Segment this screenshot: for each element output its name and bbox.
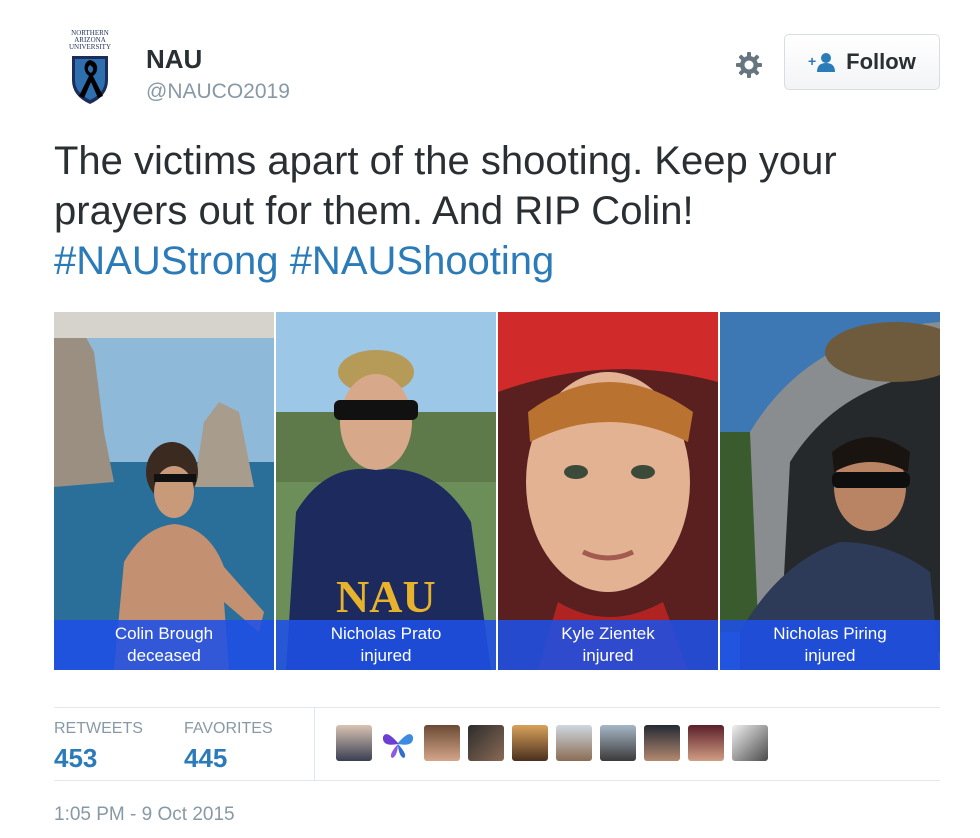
photo-panel-2: NAU Nicholas Prato injured bbox=[276, 312, 496, 670]
favoriter-avatar[interactable] bbox=[556, 725, 592, 761]
favoriter-avatar[interactable] bbox=[600, 725, 636, 761]
tweet-text-line2: prayers out for them. And RIP Colin! bbox=[54, 189, 694, 233]
photo-beach-rocks bbox=[54, 312, 274, 670]
add-user-icon: + bbox=[808, 53, 836, 72]
photo-red-cap bbox=[498, 312, 718, 670]
victim-name: Nicholas Piring bbox=[773, 624, 887, 643]
photo-panel-1: Colin Brough deceased bbox=[54, 312, 274, 670]
favorites-label: FAVORITES bbox=[184, 720, 273, 737]
retweets-count[interactable]: 453 bbox=[54, 743, 97, 774]
victim-name: Colin Brough bbox=[114, 624, 214, 643]
victim-status: injured bbox=[582, 646, 634, 665]
favoriters-list bbox=[336, 725, 768, 761]
victim-name: Kyle Zientek bbox=[561, 624, 655, 643]
victim-caption-1: Colin Brough deceased bbox=[54, 620, 274, 670]
victim-name: Nicholas Prato bbox=[330, 624, 442, 643]
stats-divider-top bbox=[54, 707, 940, 708]
victim-status: injured bbox=[804, 646, 856, 665]
photo-panel-3: Kyle Zientek injured bbox=[498, 312, 718, 670]
tweet-media-image[interactable]: Colin Brough deceased NAU Nicholas Prato… bbox=[54, 312, 940, 670]
favoriter-avatar[interactable] bbox=[380, 725, 416, 761]
victim-caption-4: Nicholas Piring injured bbox=[720, 620, 940, 670]
follow-button[interactable]: + Follow bbox=[784, 34, 940, 90]
victim-status: injured bbox=[360, 646, 412, 665]
stats-divider-bottom bbox=[54, 780, 940, 781]
favoriter-avatar[interactable] bbox=[424, 725, 460, 761]
hoodie-text: NAU bbox=[336, 571, 436, 622]
photo-car-window bbox=[720, 312, 940, 670]
stats-separator bbox=[314, 708, 315, 780]
photo-hoodie-sunglasses: NAU bbox=[276, 312, 496, 670]
account-name[interactable]: NAU bbox=[146, 44, 202, 75]
favoriter-avatar[interactable] bbox=[468, 725, 504, 761]
hashtag-naustrong[interactable]: #NAUStrong bbox=[54, 239, 279, 283]
favoriter-avatar[interactable] bbox=[688, 725, 724, 761]
butterfly-icon bbox=[382, 734, 414, 758]
account-handle[interactable]: @NAUCO2019 bbox=[146, 80, 290, 104]
favoriter-avatar[interactable] bbox=[644, 725, 680, 761]
tweet-timestamp[interactable]: 1:05 PM - 9 Oct 2015 bbox=[54, 804, 235, 826]
profile-avatar[interactable]: NORTHERN ARIZONA UNIVERSITY bbox=[55, 30, 125, 108]
victim-caption-3: Kyle Zientek injured bbox=[498, 620, 718, 670]
favoriter-avatar[interactable] bbox=[336, 725, 372, 761]
tweet-text: The victims apart of the shooting. Keep … bbox=[54, 136, 954, 286]
victim-caption-2: Nicholas Prato injured bbox=[276, 620, 496, 670]
follow-label: Follow bbox=[846, 49, 916, 74]
favoriter-avatar[interactable] bbox=[732, 725, 768, 761]
favorites-count[interactable]: 445 bbox=[184, 743, 227, 774]
nau-shield-ribbon-icon bbox=[72, 56, 108, 104]
gear-icon[interactable] bbox=[734, 50, 764, 80]
retweets-label: RETWEETS bbox=[54, 720, 143, 737]
favoriter-avatar[interactable] bbox=[512, 725, 548, 761]
victim-status: deceased bbox=[127, 646, 201, 665]
photo-panel-4: Nicholas Piring injured bbox=[720, 312, 940, 670]
hashtag-naushooting[interactable]: #NAUShooting bbox=[290, 239, 555, 283]
tweet-text-line1: The victims apart of the shooting. Keep … bbox=[54, 139, 837, 183]
svg-text:+: + bbox=[808, 53, 816, 69]
